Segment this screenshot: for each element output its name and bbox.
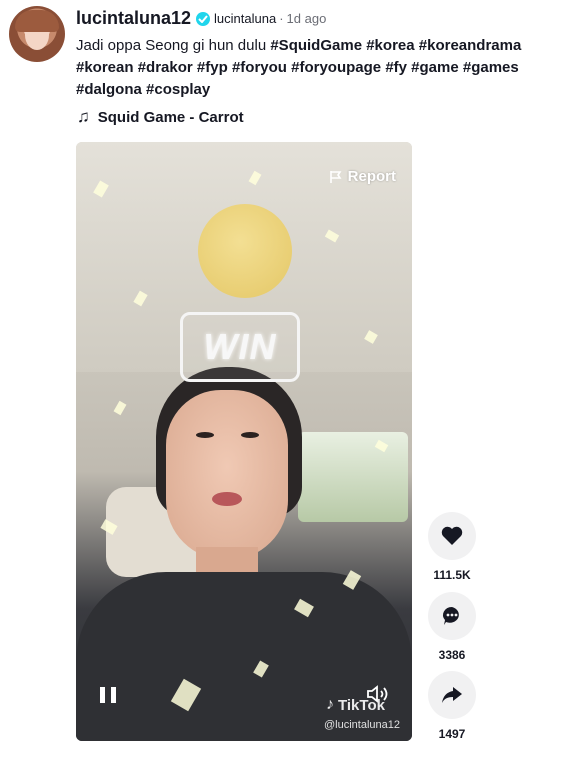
dalgona-cookie-image [198,204,292,298]
like-button[interactable] [428,512,476,560]
username-link[interactable]: lucintaluna12 [76,8,191,29]
hashtag-link[interactable]: #foryou [232,59,287,76]
post-time: 1d ago [286,11,327,26]
video-person-mouth [212,492,242,506]
video-person-eye [241,432,259,438]
report-button[interactable]: Report [329,168,396,185]
video-person-shirt [76,572,412,741]
comment-icon [443,607,459,625]
separator-dot: · [279,11,284,26]
video-person-eye [196,432,214,438]
post-header: lucintaluna12 lucintaluna · 1d ago [76,8,326,29]
comment-action[interactable]: 3386 [428,592,476,662]
report-label: Report [347,168,396,185]
tiktok-logo-icon: ♪ [326,696,334,713]
like-action[interactable]: 111.5K [428,512,476,582]
hashtag-link[interactable]: #koreandrama [419,37,522,54]
hashtag-link[interactable]: #dalgona [76,81,142,98]
avatar[interactable] [9,6,65,62]
share-count: 1497 [438,727,466,741]
share-icon [442,687,462,703]
music-title: Squid Game - Carrot [97,108,244,126]
heart-icon [441,526,463,545]
hashtag-link[interactable]: #korean [76,59,134,76]
watermark-handle: @lucintaluna12 [324,719,400,731]
hashtag-link[interactable]: #foryoupage [291,59,381,76]
flag-icon [329,170,342,183]
hashtag-link[interactable]: #games [463,59,519,76]
watermark-brand: TikTok [338,696,385,714]
hashtag-link[interactable]: #korea [366,37,414,54]
hashtag-link[interactable]: #fy [385,59,407,76]
confetti-piece [113,400,127,416]
nickname: lucintaluna [214,11,277,26]
win-sign-overlay: WIN [180,312,300,382]
share-button[interactable] [428,671,476,719]
share-action[interactable]: 1497 [428,671,476,741]
verified-badge-icon [196,11,211,26]
pause-icon[interactable] [100,687,116,703]
music-note-icon: ♫ [77,107,90,126]
hashtag-link[interactable]: #game [411,59,459,76]
comment-button[interactable] [428,592,476,640]
video-person-face [166,390,288,560]
like-count: 111.5K [433,568,471,582]
music-link[interactable]: ♫ Squid Game - Carrot [77,107,244,127]
video-player[interactable]: WIN Report ♪ TikTok @lucintaluna12 [76,142,412,741]
hashtag-link[interactable]: #fyp [197,59,228,76]
hashtag-link[interactable]: #SquidGame [270,37,362,54]
post-caption: Jadi oppa Seong gi hun dulu #SquidGame #… [76,35,546,101]
comment-count: 3386 [438,648,466,662]
hashtag-link[interactable]: #cosplay [146,81,210,98]
hashtag-link[interactable]: #drakor [138,59,193,76]
video-scene-window [298,432,408,522]
tiktok-watermark: ♪ TikTok [326,696,385,714]
caption-text: Jadi oppa Seong gi hun dulu [76,37,267,54]
